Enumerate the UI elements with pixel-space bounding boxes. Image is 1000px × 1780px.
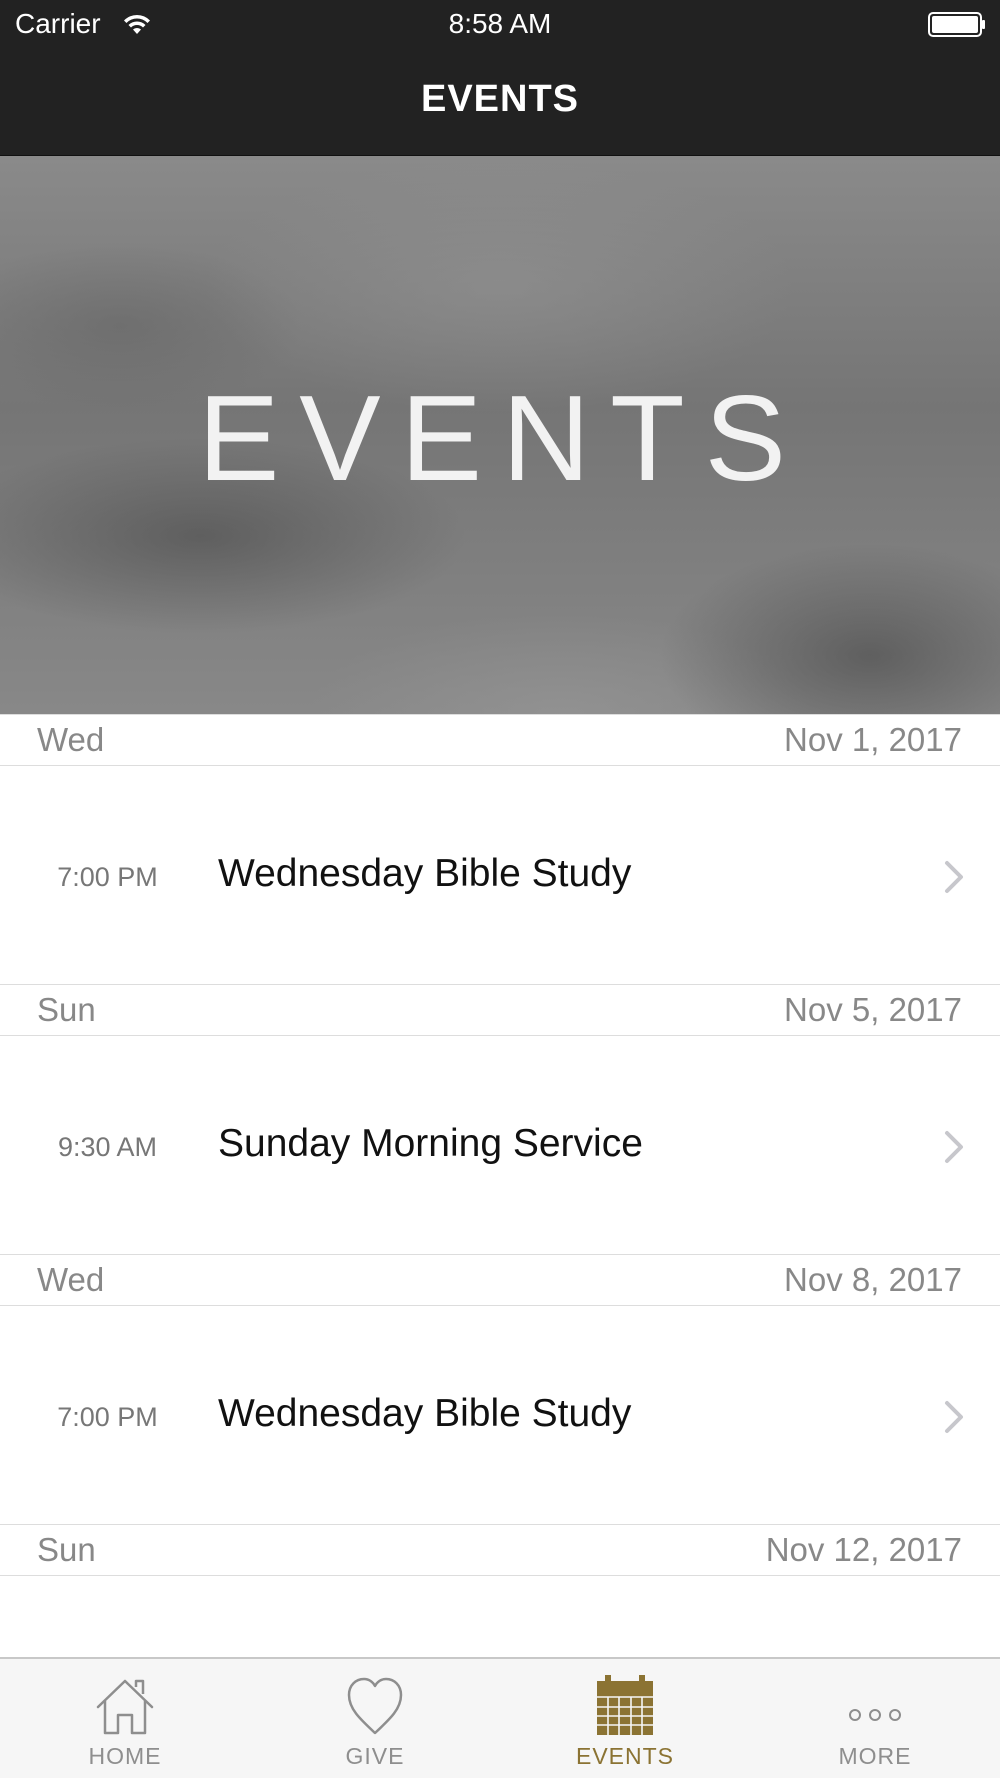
event-time: 7:00 PM [57,1402,158,1432]
event-row[interactable]: 7:00 PM Wednesday Bible Study [0,768,1000,985]
day-of-week: Sun [37,991,96,1028]
tab-more[interactable]: MORE [750,1659,1000,1780]
tab-bar: HOME GIVE EVENTS MORE [0,1657,1000,1778]
page-title: EVENTS [420,78,580,120]
status-bar: Carrier 8:58 AM [0,0,1000,50]
event-name: Wednesday Bible Study [218,852,632,895]
event-time: 7:00 PM [57,862,158,892]
home-icon [96,1679,154,1735]
tab-label: MORE [838,1743,912,1769]
chevron-right-icon [945,1131,963,1163]
events-hero-banner: EVENTS [0,156,1000,714]
hero-title: EVENTS [197,370,807,506]
tab-give[interactable]: GIVE [250,1659,500,1780]
more-icon [849,1709,901,1721]
event-row[interactable]: 7:00 PM Wednesday Bible Study [0,1308,1000,1525]
chevron-right-icon [945,1401,963,1433]
calendar-icon [597,1675,653,1735]
day-of-week: Sun [37,1531,96,1568]
tab-events[interactable]: EVENTS [500,1659,750,1780]
day-of-week: Wed [37,721,105,758]
tab-home[interactable]: HOME [0,1659,250,1780]
day-date: Nov 12, 2017 [765,1531,962,1568]
battery-icon [928,12,985,37]
navigation-bar: EVENTS [0,50,1000,156]
day-date: Nov 5, 2017 [784,991,962,1028]
day-header: Wed Nov 8, 2017 [0,1254,1000,1306]
day-header: Sun Nov 5, 2017 [0,984,1000,1036]
heart-icon [347,1677,403,1735]
tab-label: EVENTS [575,1743,675,1769]
tab-label: GIVE [345,1743,405,1769]
day-header: Sun Nov 12, 2017 [0,1524,1000,1576]
tab-label: HOME [88,1743,162,1769]
status-time: 8:58 AM [448,8,552,39]
event-name: Sunday Morning Service [218,1122,643,1165]
day-header: Wed Nov 1, 2017 [0,714,1000,766]
day-of-week: Wed [37,1261,105,1298]
chevron-right-icon [945,861,963,893]
event-time: 9:30 AM [57,1132,158,1162]
day-date: Nov 8, 2017 [784,1261,962,1298]
event-name: Wednesday Bible Study [218,1392,632,1435]
day-date: Nov 1, 2017 [784,721,962,758]
event-row[interactable]: 9:30 AM Sunday Morning Service [0,1038,1000,1255]
